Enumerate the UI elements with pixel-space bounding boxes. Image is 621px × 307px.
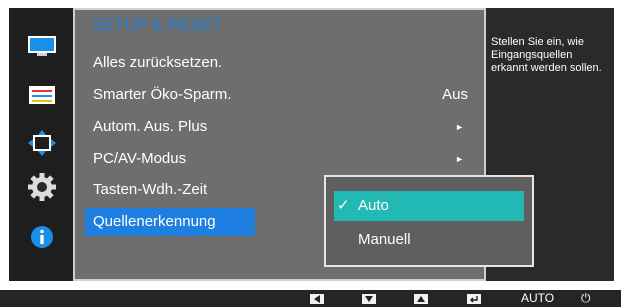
option-label: Auto	[358, 197, 389, 214]
menu-item-label: Autom. Aus. Plus	[93, 118, 208, 135]
submenu-arrow-icon: ►	[455, 154, 464, 164]
option-auto[interactable]: ✓ Auto	[334, 191, 524, 221]
enter-key-icon[interactable]	[467, 294, 481, 304]
information-icon[interactable]	[27, 224, 57, 250]
menu-item-alles-zuruecksetzen[interactable]: Alles zurücksetzen.	[75, 49, 484, 77]
checkmark-icon: ✓	[337, 197, 350, 214]
option-manuell[interactable]: Manuell	[334, 225, 524, 255]
setup-reset-menu-panel: SETUP & RESET Alles zurücksetzen. Smarte…	[73, 8, 534, 281]
down-arrow-key-icon[interactable]	[362, 294, 376, 304]
screen-adjust-icon[interactable]	[27, 82, 57, 108]
picture-icon[interactable]	[27, 34, 57, 60]
menu-title: SETUP & RESET	[93, 17, 222, 34]
quellenerkennung-submenu: ✓ Auto Manuell	[324, 175, 534, 267]
menu-item-autom-aus-plus[interactable]: Autom. Aus. Plus ►	[75, 113, 484, 141]
menu-item-label: Quellenerkennung	[85, 208, 255, 236]
settings-gear-icon[interactable]	[27, 173, 57, 201]
osd-window: SETUP & RESET Alles zurücksetzen. Smarte…	[9, 8, 614, 281]
menu-item-pc-av-modus[interactable]: PC/AV-Modus ►	[75, 145, 484, 173]
up-arrow-key-icon[interactable]	[414, 294, 428, 304]
auto-button[interactable]: AUTO	[521, 292, 554, 305]
left-arrow-key-icon[interactable]	[310, 294, 324, 304]
menu-item-label: Smarter Öko-Sparm.	[93, 86, 232, 103]
power-icon[interactable]: ⏻	[581, 292, 591, 305]
position-icon[interactable]	[27, 130, 57, 156]
option-label: Manuell	[358, 231, 411, 248]
help-description: Stellen Sie ein, wie Eingangsquellen erk…	[491, 36, 602, 74]
menu-item-value: Aus	[442, 86, 468, 103]
menu-item-smarter-oeko-sparm[interactable]: Smarter Öko-Sparm. Aus	[75, 81, 484, 109]
bottom-control-bar: AUTO ⏻	[0, 290, 621, 307]
left-rail	[9, 8, 73, 281]
submenu-arrow-icon: ►	[455, 122, 464, 132]
menu-item-label: PC/AV-Modus	[93, 150, 187, 167]
menu-item-label: Tasten-Wdh.-Zeit	[93, 181, 208, 198]
menu-item-label: Alles zurücksetzen.	[93, 54, 223, 71]
